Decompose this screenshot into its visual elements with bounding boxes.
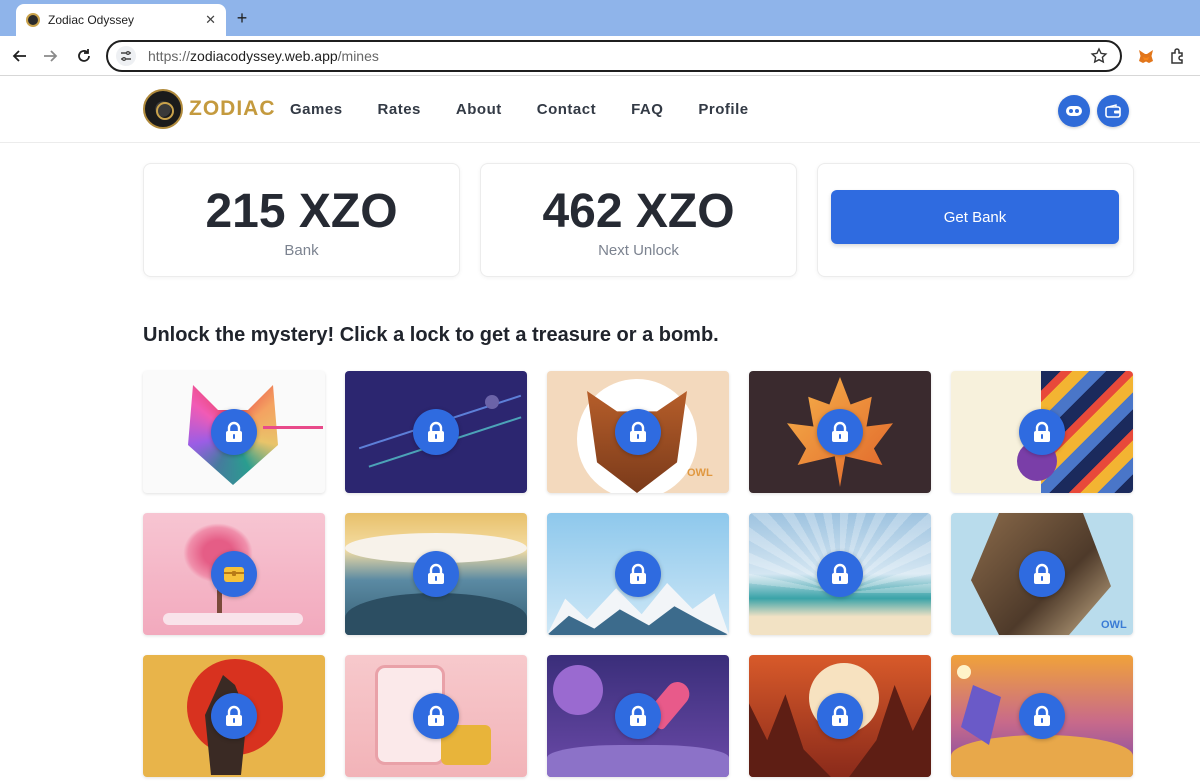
next-unlock-card: 462 XZO Next Unlock: [480, 163, 797, 277]
new-tab-icon[interactable]: +: [232, 8, 252, 28]
nav-faq[interactable]: FAQ: [631, 101, 663, 118]
lock-icon: [1019, 551, 1065, 597]
get-bank-button[interactable]: Get Bank: [831, 190, 1119, 244]
browser-tab[interactable]: Zodiac Odyssey ✕: [16, 4, 226, 36]
tile-caption: OWL: [687, 467, 713, 479]
mystery-tile[interactable]: [345, 655, 527, 777]
close-tab-icon[interactable]: ✕: [205, 12, 216, 28]
nav-about[interactable]: About: [456, 101, 502, 118]
mystery-tile[interactable]: [951, 371, 1133, 493]
site-logo[interactable]: ZODIAC: [143, 89, 276, 129]
logo-text: ZODIAC: [189, 97, 276, 120]
tab-title: Zodiac Odyssey: [48, 13, 135, 27]
reload-icon[interactable]: [72, 44, 96, 68]
zodiac-logo-icon: [143, 89, 183, 129]
bank-amount: 215 XZO: [205, 185, 398, 238]
mystery-tile[interactable]: OWL: [951, 513, 1133, 635]
lock-icon: [615, 693, 661, 739]
nav-profile[interactable]: Profile: [698, 101, 748, 118]
lock-icon: [1019, 693, 1065, 739]
bookmark-star-icon[interactable]: [1090, 47, 1108, 70]
site-info-icon[interactable]: [116, 46, 136, 66]
lock-icon: [615, 551, 661, 597]
address-bar[interactable]: https://zodiacodyssey.web.app/mines: [106, 40, 1122, 72]
forward-icon[interactable]: [38, 44, 62, 68]
game-mode-button[interactable]: [1058, 95, 1090, 127]
treasure-chest-icon: [211, 551, 257, 597]
url-prefix: https://: [148, 48, 191, 64]
wallet-icon: [1105, 104, 1121, 118]
mystery-tile[interactable]: OWL: [547, 371, 729, 493]
site-favicon-icon: [26, 13, 40, 27]
lock-icon: [817, 693, 863, 739]
bank-label: Bank: [284, 242, 319, 259]
url-text: https://zodiacodyssey.web.app/mines: [148, 48, 379, 64]
lock-icon: [413, 693, 459, 739]
metamask-extension-icon[interactable]: [1136, 46, 1156, 66]
wallet-button[interactable]: [1097, 95, 1129, 127]
mystery-tile[interactable]: [547, 513, 729, 635]
lock-icon: [211, 409, 257, 455]
url-path: /mines: [337, 48, 379, 64]
next-unlock-amount: 462 XZO: [542, 185, 735, 238]
browser-tabstrip: Zodiac Odyssey ✕ +: [0, 0, 1200, 36]
mystery-tile[interactable]: [749, 371, 931, 493]
lock-icon: [817, 409, 863, 455]
lock-icon: [615, 409, 661, 455]
lock-icon: [817, 551, 863, 597]
browser-toolbar: https://zodiacodyssey.web.app/mines: [0, 36, 1200, 76]
mystery-tile[interactable]: [143, 371, 325, 493]
lock-icon: [413, 409, 459, 455]
lock-icon: [1019, 409, 1065, 455]
back-icon[interactable]: [8, 44, 32, 68]
tile-caption: OWL: [1101, 619, 1127, 631]
bank-card: 215 XZO Bank: [143, 163, 460, 277]
mystery-tile[interactable]: [951, 655, 1133, 777]
mystery-tile[interactable]: [143, 655, 325, 777]
mystery-tile[interactable]: [345, 513, 527, 635]
nav-games[interactable]: Games: [290, 101, 343, 118]
next-unlock-label: Next Unlock: [598, 242, 679, 259]
lock-icon: [413, 551, 459, 597]
lock-icon: [211, 693, 257, 739]
nav-contact[interactable]: Contact: [537, 101, 596, 118]
mystery-tile[interactable]: [749, 513, 931, 635]
extensions-puzzle-icon[interactable]: [1168, 46, 1188, 66]
mystery-tile[interactable]: [143, 513, 325, 635]
mystery-tile[interactable]: [547, 655, 729, 777]
main-nav: Games Rates About Contact FAQ Profile: [290, 101, 784, 118]
url-host: zodiacodyssey.web.app: [190, 48, 338, 64]
nav-rates[interactable]: Rates: [378, 101, 421, 118]
game-instructions: Unlock the mystery! Click a lock to get …: [143, 324, 719, 346]
mystery-tile[interactable]: [749, 655, 931, 777]
gamepad-icon: [1066, 106, 1082, 116]
site-header: ZODIAC Games Rates About Contact FAQ Pro…: [0, 77, 1200, 143]
mystery-tile[interactable]: [345, 371, 527, 493]
